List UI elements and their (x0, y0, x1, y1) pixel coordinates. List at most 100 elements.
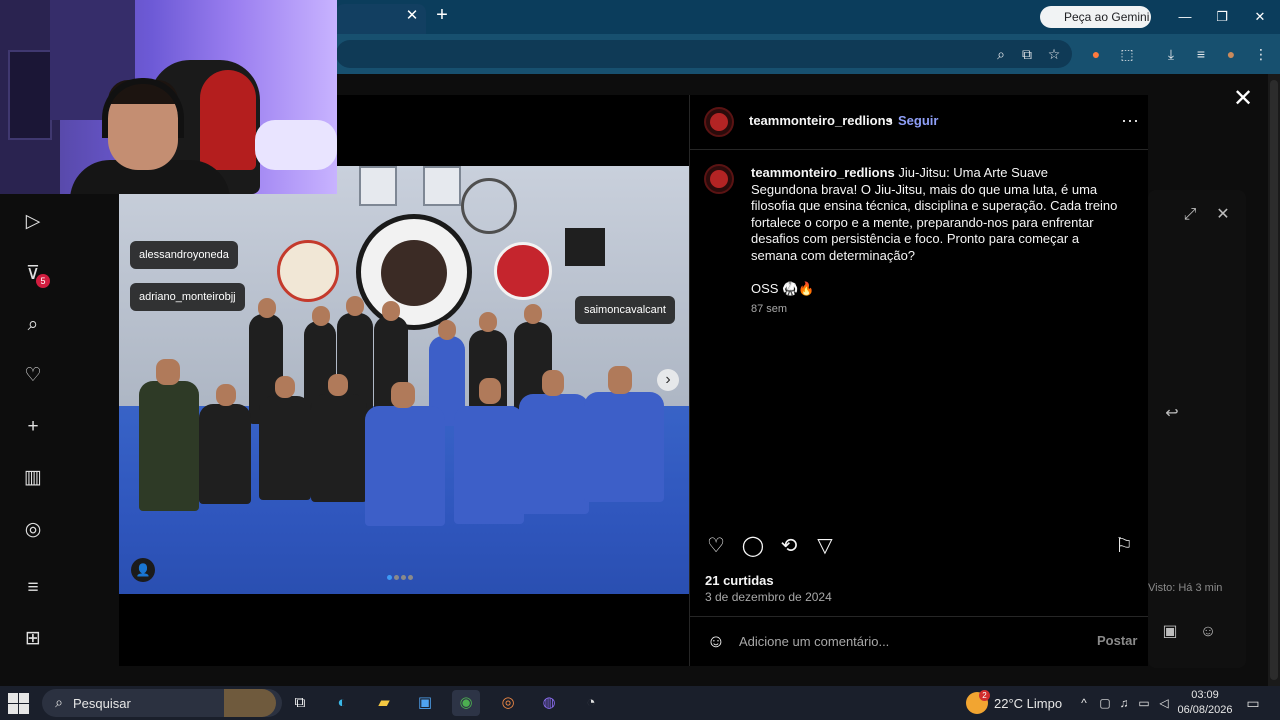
athlete (311, 394, 367, 502)
bookmark-star-icon[interactable]: ☆ (1043, 43, 1065, 65)
minimize-button[interactable]: — (1170, 6, 1200, 28)
author-username[interactable]: teammonteiro_redlions (749, 113, 893, 128)
tray-app-icon[interactable]: ▢ (1097, 693, 1113, 713)
notification-center-icon[interactable]: ▭ (1242, 693, 1264, 713)
install-app-icon[interactable]: ⧉ (1016, 43, 1038, 65)
webcam-shelf (8, 50, 52, 140)
window-close-button[interactable]: ✕ (1245, 6, 1275, 28)
weather-text[interactable]: 22°C Limpo (994, 696, 1062, 711)
grid-icon[interactable]: ⊞ (20, 626, 46, 652)
post-caption: teammonteiro_redlions Jiu-Jitsu: Uma Art… (751, 165, 1125, 264)
zoom-icon[interactable]: ⌕ (990, 43, 1012, 65)
obs-icon[interactable]: ◔ (577, 690, 605, 716)
athlete (365, 406, 445, 526)
like-count[interactable]: 21 curtidas (705, 573, 774, 588)
gemini-button[interactable]: Peça ao Gemini (1040, 6, 1151, 28)
carousel-next-button[interactable]: › (657, 369, 679, 391)
insights-icon[interactable]: ▥ (20, 465, 46, 491)
network-icon[interactable]: ▭ (1136, 693, 1152, 713)
reels-icon[interactable]: ▷ (20, 209, 46, 235)
athlete-face (479, 378, 501, 404)
download-icon[interactable]: ⤓ (1160, 43, 1182, 65)
chrome-icon[interactable]: ◉ (452, 690, 480, 716)
microphone-icon[interactable]: ♫ (1116, 693, 1132, 713)
caption-title: Jiu-Jitsu: Uma Arte Suave (898, 165, 1048, 180)
save-bookmark-icon[interactable]: ⚐ (1111, 533, 1137, 559)
post-comment-button[interactable]: Postar (1097, 633, 1137, 648)
athlete (199, 404, 251, 504)
repost-icon[interactable]: ⟲ (776, 533, 802, 559)
store-icon[interactable]: ▣ (411, 690, 439, 716)
more-options-icon[interactable]: ··· (1116, 109, 1144, 133)
heart-icon[interactable]: ♡ (20, 363, 46, 389)
tagged-users-icon[interactable]: 👤 (131, 558, 155, 582)
windows-start-icon[interactable] (8, 693, 30, 715)
tray-expand-icon[interactable]: ^ (1076, 693, 1092, 713)
search-icon: ⌕ (55, 694, 63, 710)
photo-user-tag[interactable]: adriano_monteirobjj (130, 283, 245, 311)
extensions-puzzle-icon[interactable]: ⬚ (1116, 43, 1138, 65)
maximize-button[interactable]: ❐ (1207, 6, 1237, 28)
threads-icon[interactable]: ◎ (20, 517, 46, 543)
address-bar[interactable] (336, 40, 1072, 68)
follow-button[interactable]: Seguir (898, 113, 938, 128)
search-icon[interactable]: ⌕ (20, 312, 46, 338)
gaming-chair-accent (200, 70, 256, 170)
app-icon[interactable]: ◎ (494, 690, 522, 716)
extension-icon[interactable]: ● (1085, 43, 1107, 65)
athlete-face (156, 359, 180, 385)
athlete (519, 394, 589, 514)
webcam-pillow (255, 120, 337, 170)
comment-icon[interactable]: ◯ (740, 533, 766, 559)
lion-avatar-icon (710, 170, 728, 188)
clock-time[interactable]: 03:09 (1180, 689, 1230, 701)
task-view-icon[interactable]: ⧉ (286, 690, 314, 716)
profile-avatar-icon[interactable]: ● (1220, 43, 1242, 65)
reply-icon: ↩ (1165, 405, 1179, 422)
tab-close-icon[interactable]: ✕ (403, 6, 421, 26)
photo-frame (423, 166, 461, 206)
athlete-face (312, 306, 330, 326)
modal-close-button[interactable]: ✕ (1230, 86, 1256, 112)
file-explorer-icon[interactable]: ▰ (370, 690, 398, 716)
background-dm-panel (1148, 190, 1246, 668)
media-control-icon[interactable]: ≡ (1190, 43, 1212, 65)
plus-icon[interactable]: + (20, 414, 46, 440)
athlete-face (479, 312, 497, 332)
athlete (259, 396, 311, 500)
scrollbar-thumb[interactable] (1270, 80, 1278, 680)
photo-frame (359, 166, 397, 206)
weather-badge: 2 (979, 690, 990, 701)
photo-user-tag[interactable]: saimoncavalcant (575, 296, 675, 324)
menu-icon[interactable]: ≡ (20, 575, 46, 601)
share-send-icon[interactable]: ▽ (812, 533, 838, 559)
gorilla-emblem (381, 240, 447, 306)
new-tab-button[interactable]: + (432, 5, 452, 27)
caption-timestamp: 87 sem (751, 303, 788, 315)
sticker-icon: ☺ (1199, 623, 1217, 640)
athlete-face (542, 370, 564, 396)
like-heart-icon[interactable]: ♡ (703, 533, 729, 559)
caption-username[interactable]: teammonteiro_redlions (751, 165, 895, 180)
wall-fan (461, 178, 517, 234)
emoji-icon[interactable]: ☺ (704, 629, 728, 653)
edge-icon[interactable]: ◐ (328, 690, 356, 716)
photo-user-tag[interactable]: alessandroyoneda (130, 241, 238, 269)
clock-date[interactable]: 06/08/2026 (1176, 704, 1234, 716)
athlete-face (258, 298, 276, 318)
team-logo-left (277, 240, 339, 302)
volume-icon[interactable]: ◁ (1156, 693, 1172, 713)
comment-input[interactable] (739, 630, 1079, 652)
caption-oss: OSS 🥋🔥 (751, 281, 815, 296)
athlete-face (438, 320, 456, 340)
athlete-face (346, 296, 364, 316)
notification-badge: 5 (36, 274, 50, 288)
chrome-menu-icon[interactable]: ⋮ (1250, 43, 1272, 65)
post-date: 3 de dezembro de 2024 (705, 590, 832, 604)
lion-avatar-icon (710, 113, 728, 131)
expand-icon: ⤢ (1183, 206, 1197, 223)
athlete-face (608, 366, 632, 394)
start-logo-tile (19, 693, 29, 703)
discord-icon[interactable]: ◍ (535, 690, 563, 716)
post-photo (119, 166, 689, 594)
